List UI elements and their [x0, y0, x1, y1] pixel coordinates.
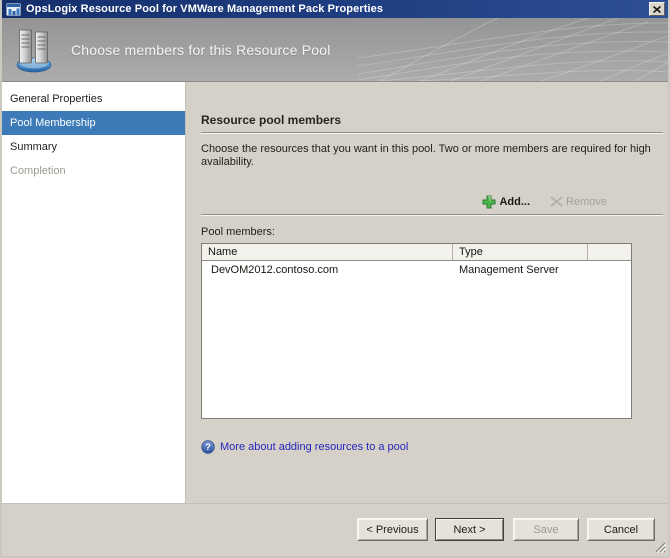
section-description: Choose the resources that you want in th… [201, 143, 663, 169]
add-button-label: Add... [499, 196, 530, 208]
column-header-name[interactable]: Name [202, 244, 453, 260]
banner-heading: Choose members for this Resource Pool [71, 42, 331, 58]
cancel-button[interactable]: Cancel [587, 518, 655, 541]
title-bar[interactable]: OpsLogix Resource Pool for VMWare Manage… [2, 0, 668, 18]
section-title: Resource pool members [201, 113, 663, 127]
save-button[interactable]: Save [513, 518, 579, 541]
footer-bar: < Previous Next > Save Cancel [2, 503, 668, 555]
pool-members-table: Name Type DevOM2012.contoso.com Manageme… [201, 243, 632, 419]
pool-members-label: Pool members: [201, 226, 663, 238]
section-divider [201, 132, 663, 134]
help-question-icon: ? [201, 440, 215, 454]
help-link[interactable]: ? More about adding resources to a pool [201, 440, 663, 454]
next-button[interactable]: Next > [435, 518, 504, 541]
member-name-cell: DevOM2012.contoso.com [202, 263, 450, 278]
main-content: Resource pool members Choose the resourc… [186, 82, 670, 503]
close-icon [653, 6, 661, 13]
remove-button[interactable]: Remove [550, 196, 607, 208]
help-link-label: More about adding resources to a pool [220, 441, 408, 453]
sidebar-item-summary[interactable]: Summary [2, 135, 185, 159]
add-button[interactable]: Add... [482, 195, 530, 209]
table-row[interactable]: DevOM2012.contoso.com Management Server [202, 263, 631, 278]
actions-divider [201, 214, 663, 216]
dialog-window: OpsLogix Resource Pool for VMWare Manage… [0, 0, 670, 558]
green-plus-icon [482, 195, 496, 209]
member-type-cell: Management Server [450, 263, 631, 278]
resize-grip[interactable] [652, 539, 666, 553]
gray-x-icon [550, 196, 563, 207]
column-header-extra[interactable] [588, 244, 631, 260]
svg-text:?: ? [205, 442, 211, 453]
wizard-steps-sidebar: General Properties Pool Membership Summa… [2, 82, 186, 503]
member-actions: Add... Remove [201, 194, 663, 209]
window-title: OpsLogix Resource Pool for VMWare Manage… [26, 3, 649, 15]
column-header-type[interactable]: Type [453, 244, 588, 260]
remove-button-label: Remove [566, 196, 607, 208]
globe-mesh-decoration [358, 18, 668, 82]
sidebar-item-completion[interactable]: Completion [2, 159, 185, 183]
sidebar-item-pool-membership[interactable]: Pool Membership [2, 111, 185, 135]
previous-button[interactable]: < Previous [357, 518, 428, 541]
server-stack-icon [15, 27, 53, 73]
sidebar-item-general-properties[interactable]: General Properties [2, 87, 185, 111]
wizard-banner: Choose members for this Resource Pool [2, 18, 668, 82]
table-header: Name Type [202, 244, 631, 261]
close-button[interactable] [649, 2, 665, 16]
app-icon [6, 3, 21, 16]
